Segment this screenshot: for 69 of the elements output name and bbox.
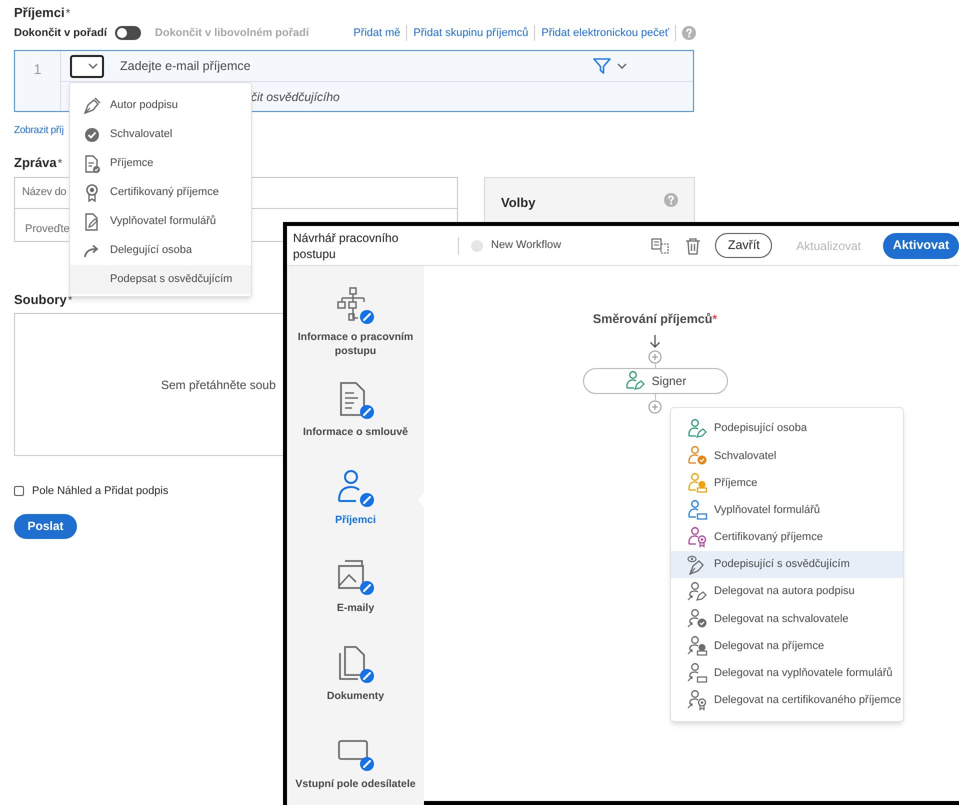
menu-item[interactable]: Vyplňovatel formulářů (671, 496, 903, 524)
menu-item[interactable]: Schvalovatel (671, 442, 903, 470)
menu-item[interactable]: Autor podpisu (70, 91, 251, 120)
help-icon (664, 192, 678, 206)
menu-item[interactable]: Delegovat na vyplňovatele formulářů (671, 660, 903, 687)
menu-item[interactable]: Schvalovatel (70, 120, 251, 149)
menu-item[interactable]: Podepisující s osvědčujícím (671, 550, 903, 578)
workflow-name: New Workflow (491, 238, 562, 254)
required-mark: * (712, 311, 718, 328)
menu-item[interactable]: Certifikovaný příjemce (671, 524, 903, 551)
add-step-icon (648, 350, 662, 364)
drop-text: Sem přetáhněte soub (161, 376, 276, 394)
checkbox[interactable] (14, 486, 24, 496)
person-icon (336, 469, 376, 509)
sidebar-item[interactable]: Dokumenty (287, 630, 424, 718)
add-link[interactable]: Přidat skupinu příjemců (413, 24, 528, 42)
checkbox-label: Pole Náhled a Přidat podpis (32, 484, 168, 499)
pen-icon (82, 96, 102, 116)
send-button[interactable]: Poslat (14, 514, 77, 538)
routing-title: Směrování příjemců (592, 311, 712, 328)
hierarchy-icon (336, 286, 376, 326)
layout-icon (651, 238, 670, 254)
required-mark: * (66, 5, 70, 22)
add-link[interactable]: Přidat elektronickou pečeť (541, 24, 669, 42)
menu-item[interactable]: Podepsat s osvědčujícím (70, 265, 251, 294)
toggle-switch[interactable] (114, 26, 141, 40)
menu-item[interactable]: Delegovat na příjemce (671, 632, 903, 660)
sidebar-item[interactable]: Vstupní pole odesílatele (287, 718, 424, 805)
signer-node[interactable]: Signer (582, 368, 728, 394)
show-link[interactable]: Zobrazit příj (14, 123, 64, 137)
window-title: Návrhář pracovního postupu (293, 230, 400, 262)
menu-item[interactable]: Delegovat na autora podpisu (671, 578, 903, 606)
chevron-icon (617, 63, 627, 69)
activate-button[interactable]: Aktivovat (883, 232, 959, 258)
menu-item[interactable]: Příjemce (70, 149, 251, 178)
panel-title: Volby (501, 194, 536, 212)
menu-item[interactable]: Delegovat na certifikovaného příjemce (671, 686, 903, 714)
toggle-label: Dokončit v pořadí (14, 26, 107, 41)
down-arrow-icon (649, 334, 661, 348)
chevron-icon (88, 63, 98, 69)
help-icon (682, 26, 696, 40)
menu-item[interactable]: Certifikovaný příjemce (70, 178, 251, 207)
section-title: Příjemci (14, 4, 65, 22)
trash-icon (685, 236, 702, 254)
required-mark: * (68, 292, 72, 308)
row-number: 1 (34, 60, 42, 79)
layout-button[interactable] (651, 236, 672, 256)
title-field[interactable]: Název do (22, 184, 66, 201)
menu-item[interactable]: Příjemce (671, 469, 903, 497)
section-title: Soubory (14, 290, 67, 309)
email-field[interactable]: Zadejte e-mail příjemce (120, 56, 540, 76)
sidebar-item[interactable]: E-maily (287, 542, 424, 630)
section-title: Zpráva (14, 154, 57, 172)
toggle-label: Dokončit v libovolném pořadí (154, 26, 309, 41)
image-icon (336, 557, 376, 597)
required-mark: * (58, 155, 62, 172)
menu-item[interactable]: Delegující osoba (70, 236, 251, 265)
close-button[interactable]: Zavřít (715, 233, 772, 258)
sidebar-item[interactable]: Informace o smlouvě (287, 366, 424, 454)
sidebar-item[interactable]: Příjemci (287, 454, 424, 542)
sidebar-item[interactable]: Informace o pracovním postupu (287, 278, 424, 366)
add-link[interactable]: Přidat mě (353, 24, 400, 42)
message-field[interactable]: Proveďte (25, 222, 70, 234)
menu-item[interactable]: Vyplňovatel formulářů (70, 207, 251, 236)
role-dropdown-button[interactable] (70, 54, 104, 78)
menu-item[interactable]: Delegovat na schvalovatele (671, 605, 903, 632)
add-step-icon (648, 400, 662, 414)
menu-item[interactable]: Podepisující osoba (671, 415, 903, 442)
filter-icon (593, 58, 611, 74)
